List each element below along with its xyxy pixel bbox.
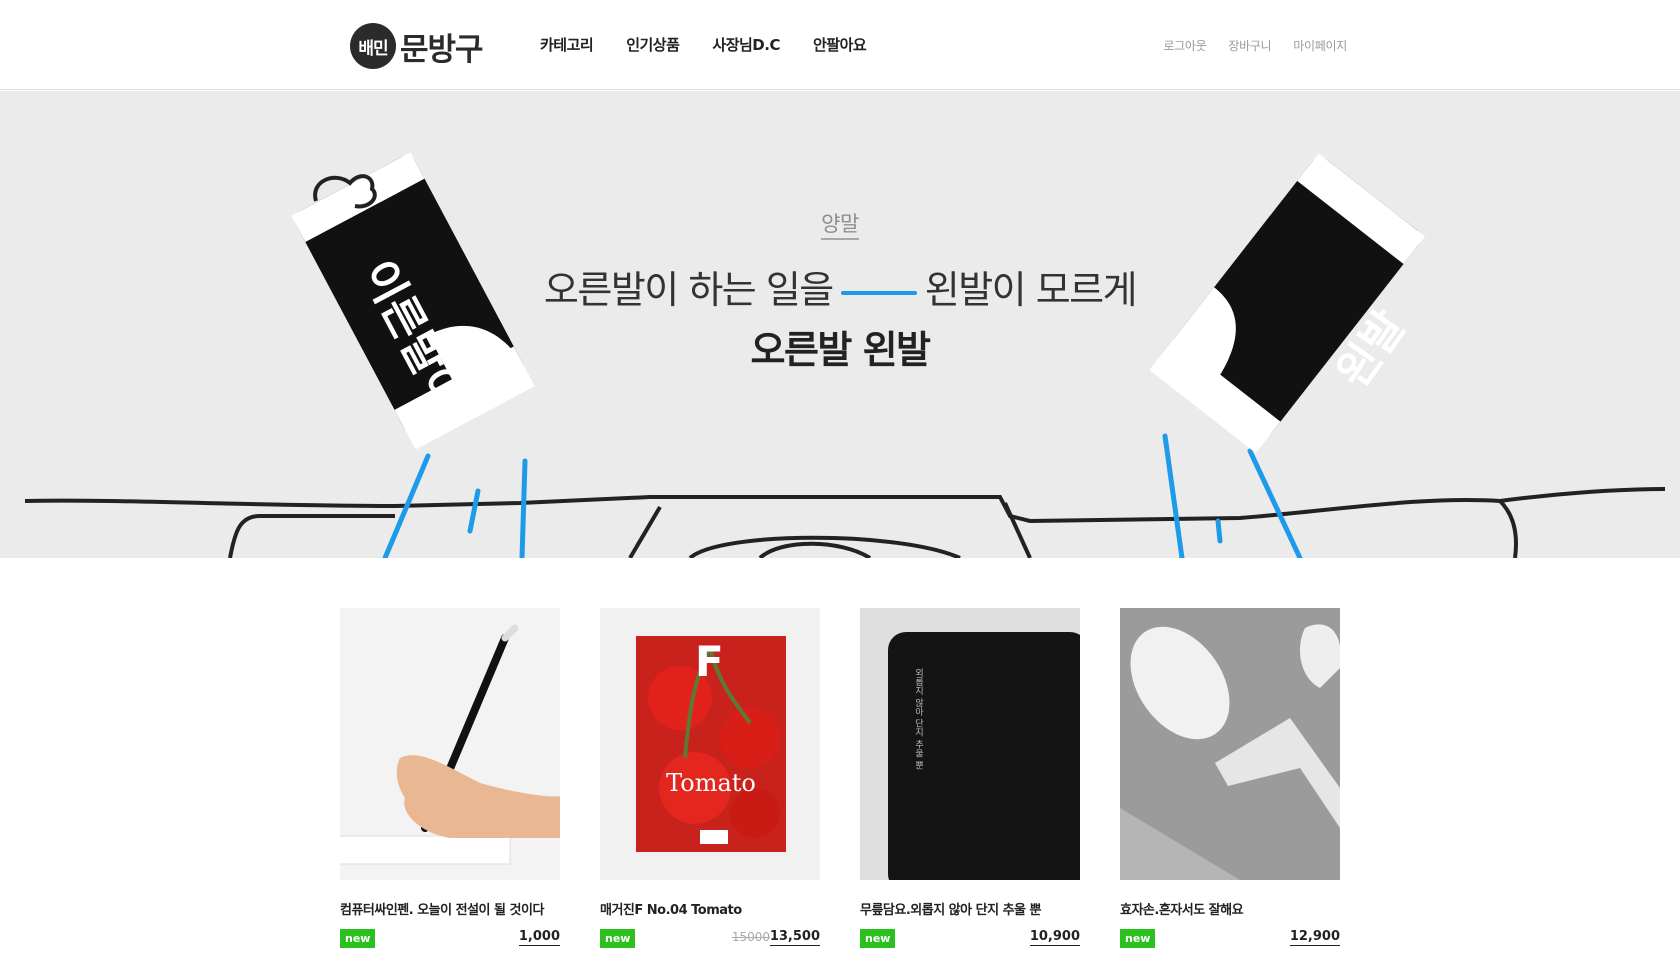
- mypage-link[interactable]: 마이페이지: [1293, 37, 1347, 54]
- logo-badge: 배민: [350, 23, 396, 69]
- product-thumbnail[interactable]: F Tomato: [600, 608, 820, 880]
- product-price: 13,500: [769, 929, 820, 946]
- new-badge: new: [860, 929, 896, 948]
- product-list: 컴퓨터싸인펜. 오늘이 전설이 될 것이다 new 1,000 F Tomato…: [340, 608, 1340, 948]
- nav-item-owner-dc[interactable]: 사장님D.C: [712, 34, 780, 55]
- product-name[interactable]: 무릎담요.외롭지 않아 단지 추울 뿐: [860, 899, 1080, 918]
- main-nav: 카테고리 인기상품 사장님D.C 안팔아요: [540, 34, 899, 55]
- product-name[interactable]: 매거진F No.04 Tomato: [600, 899, 820, 918]
- product-meta: new 1,000: [340, 929, 560, 949]
- dash-line: [840, 290, 917, 295]
- backscratcher-image: [1120, 608, 1340, 880]
- hero-subtitle: 오른발이 하는 일을 왼발이 모르게: [543, 268, 1138, 312]
- hero-category[interactable]: 양말: [0, 208, 1680, 240]
- blanket-image: 외롭지 않아 단지 추울 뿐: [860, 608, 1080, 880]
- product-name[interactable]: 효자손.혼자서도 잘해요: [1120, 899, 1340, 918]
- new-badge: new: [340, 929, 376, 948]
- logo[interactable]: 배민 문방구: [350, 22, 484, 70]
- product-thumbnail[interactable]: [340, 608, 560, 880]
- product-card[interactable]: 효자손.혼자서도 잘해요 new 12,900: [1120, 608, 1340, 949]
- product-card[interactable]: 외롭지 않아 단지 추울 뿐 무릎담요.외롭지 않아 단지 추울 뿐 new 1…: [860, 608, 1080, 949]
- product-meta: new 10,900: [860, 929, 1080, 949]
- nav-item-popular[interactable]: 인기상품: [626, 34, 680, 55]
- hero-banner[interactable]: 이른발이 왼발 양말 오른발이 하는 일을 왼발이 모르게 오른발 왼발: [0, 91, 1680, 558]
- nav-item-category[interactable]: 카테고리: [540, 34, 594, 55]
- product-card[interactable]: F Tomato 매거진F No.04 Tomato new 15000 13,…: [600, 608, 820, 949]
- site-header: 배민 문방구 카테고리 인기상품 사장님D.C 안팔아요 로그아웃 장바구니 마…: [0, 0, 1680, 90]
- utility-links: 로그아웃 장바구니 마이페이지: [1141, 37, 1347, 54]
- logo-text: 문방구: [400, 31, 484, 68]
- svg-text:Tomato: Tomato: [666, 769, 756, 797]
- svg-text:F: F: [695, 637, 724, 686]
- magazine-image: F Tomato: [600, 608, 820, 880]
- nav-item-not-for-sale[interactable]: 안팔아요: [813, 34, 867, 55]
- pen-image: [340, 608, 560, 880]
- original-price: 15000: [731, 930, 770, 944]
- hero-title: 오른발 왼발: [750, 328, 931, 372]
- cart-link[interactable]: 장바구니: [1228, 37, 1271, 54]
- product-name[interactable]: 컴퓨터싸인펜. 오늘이 전설이 될 것이다: [340, 899, 560, 918]
- new-badge: new: [1120, 929, 1156, 948]
- new-badge: new: [600, 929, 636, 948]
- svg-text:외롭지 않아 단지 추울 뿐: 외롭지 않아 단지 추울 뿐: [913, 667, 923, 770]
- logout-link[interactable]: 로그아웃: [1163, 37, 1206, 54]
- product-price: 12,900: [1289, 929, 1340, 946]
- product-meta: new 12,900: [1120, 929, 1340, 949]
- product-card[interactable]: 컴퓨터싸인펜. 오늘이 전설이 될 것이다 new 1,000: [340, 608, 560, 949]
- product-price: 1,000: [518, 929, 560, 946]
- product-thumbnail[interactable]: 외롭지 않아 단지 추울 뿐: [860, 608, 1080, 880]
- product-price: 10,900: [1029, 929, 1080, 946]
- product-meta: new 15000 13,500: [600, 929, 820, 949]
- product-thumbnail[interactable]: [1120, 608, 1340, 880]
